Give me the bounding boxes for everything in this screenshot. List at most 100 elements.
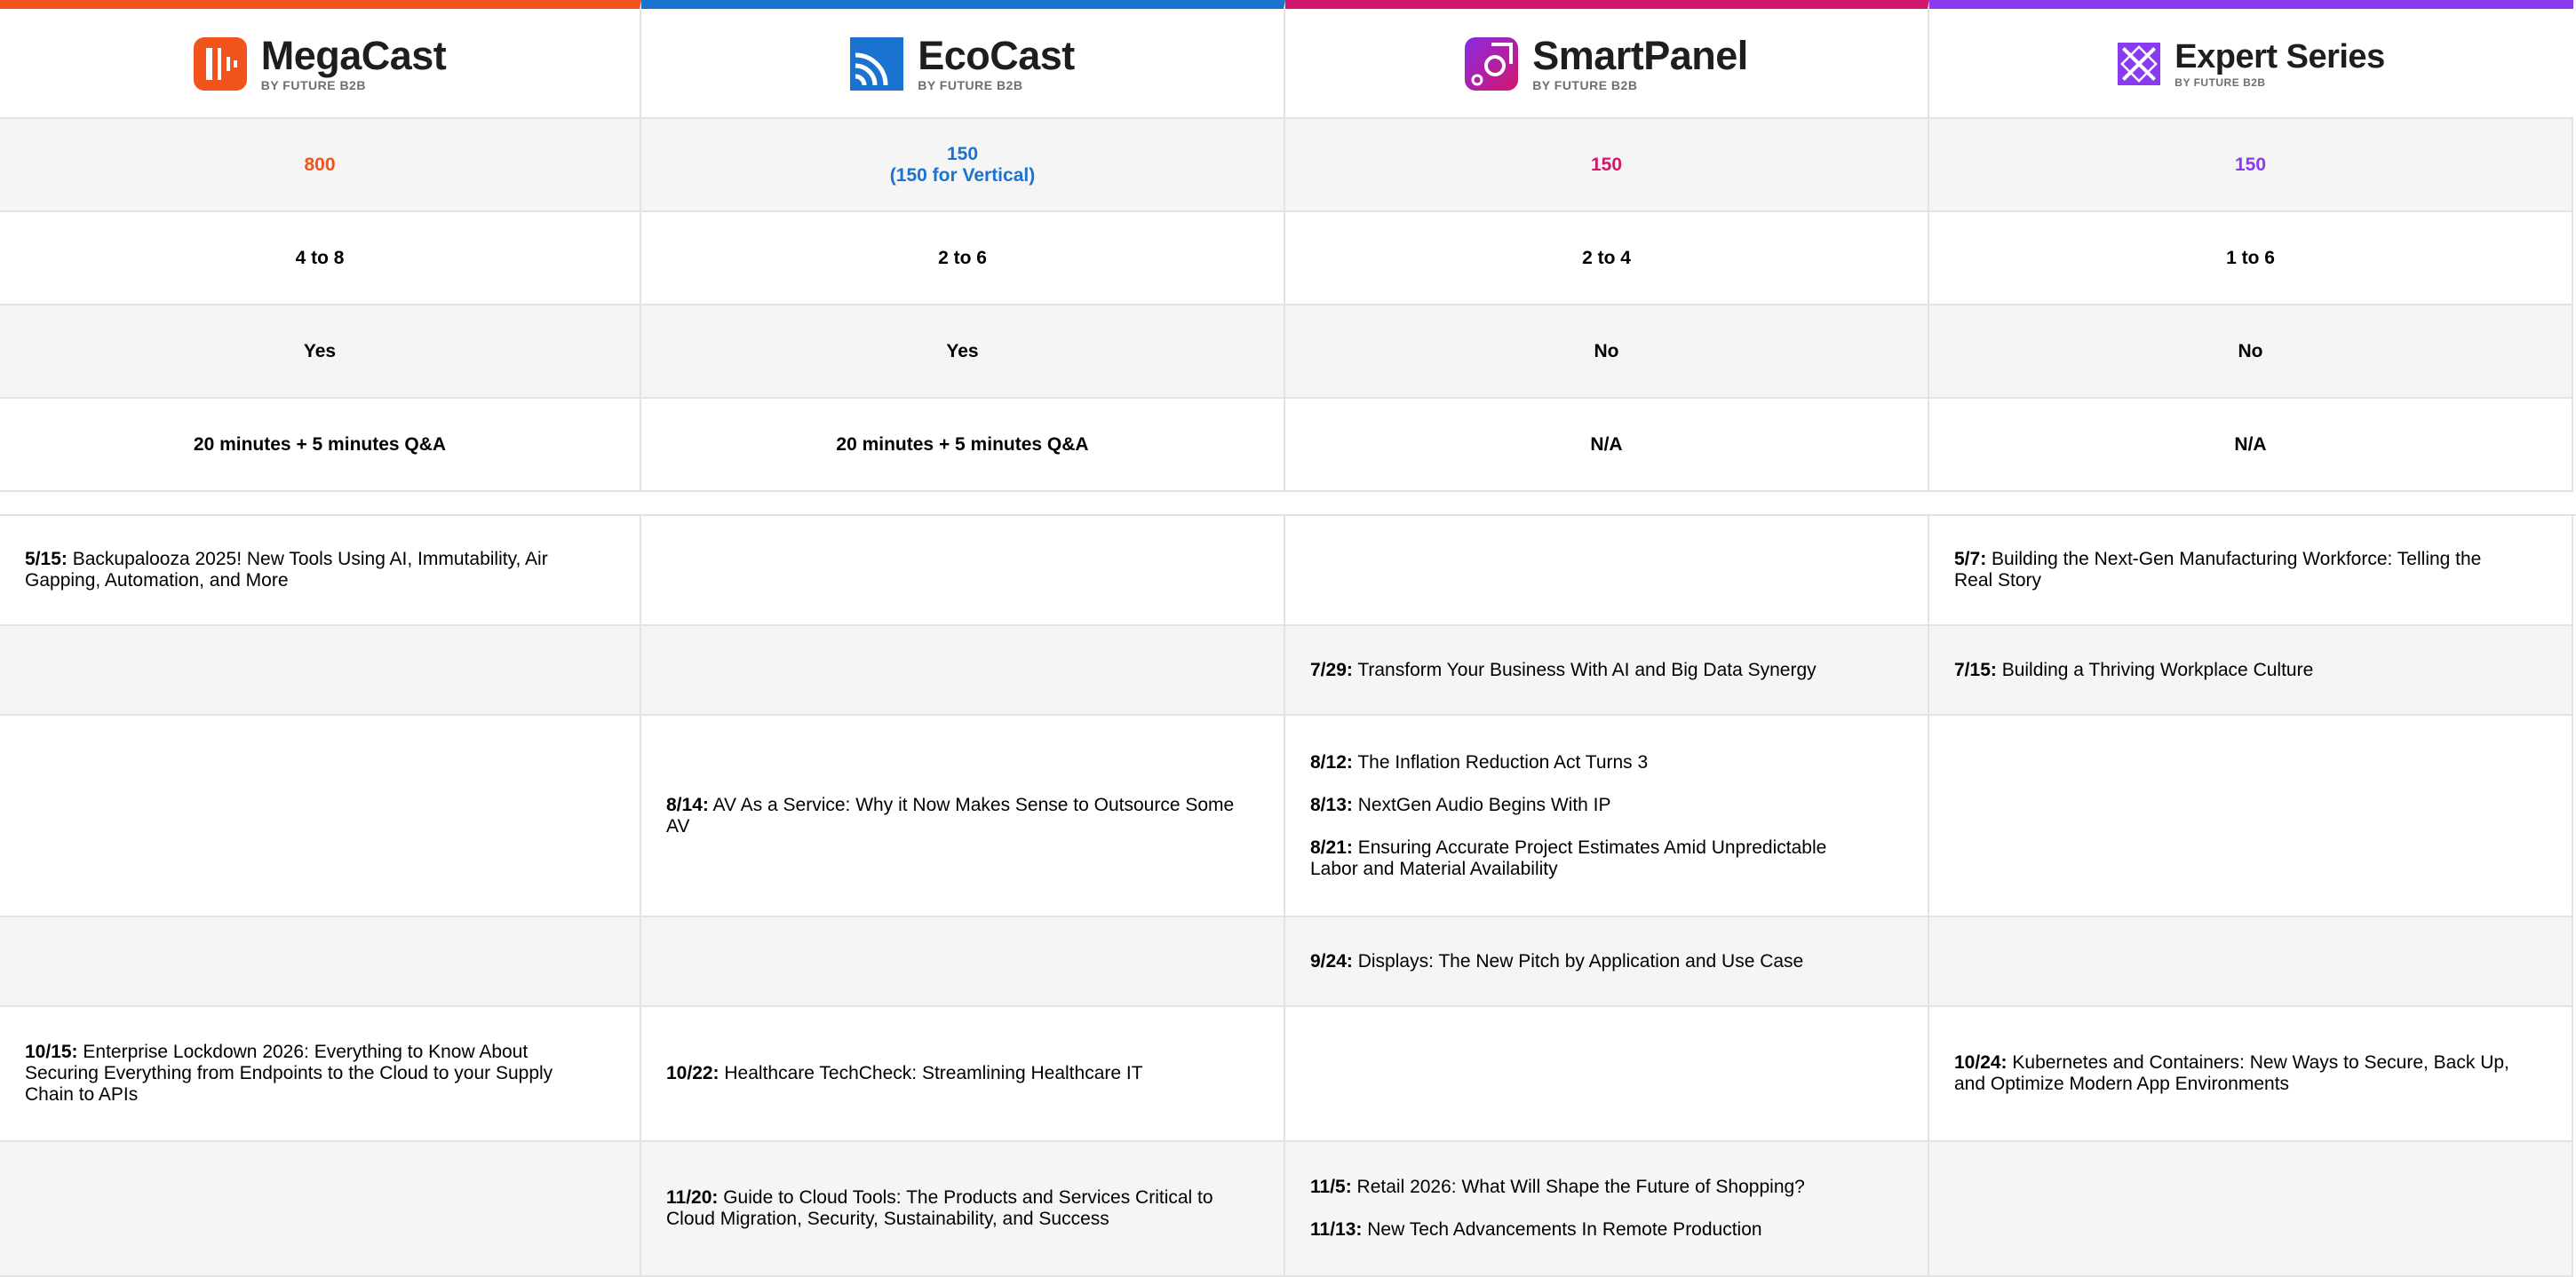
webinar-title: AV As a Service: Why it Now Makes Sense …: [666, 794, 1235, 837]
schedule-cell-expert: [1929, 1142, 2573, 1277]
webinar-title: Building a Thriving Workplace Culture: [1996, 659, 2314, 680]
webinar-date: 10/22:: [666, 1063, 720, 1083]
schedule-cell-ecocast: [641, 917, 1285, 1007]
webinar-item: 11/13: New Tech Advancements In Remote P…: [1310, 1219, 1879, 1241]
webinar-title: Enterprise Lockdown 2026: Everything to …: [25, 1042, 553, 1105]
presentation-ecocast: Yes: [641, 305, 1285, 399]
schedule-cell-ecocast: 10/22: Healthcare TechCheck: Streamlinin…: [641, 1007, 1285, 1142]
megacast-sub: BY FUTURE B2B: [260, 78, 366, 92]
schedule-cell-smartpanel: 7/29: Transform Your Business With AI an…: [1285, 626, 1929, 716]
leads-ecocast-value: 150: [946, 143, 979, 164]
smartpanel-sub: BY FUTURE B2B: [1532, 78, 1638, 92]
smartpanel-header: SmartPanel BY FUTURE B2B: [1285, 0, 1929, 119]
webinar-date: 10/24:: [1954, 1052, 2008, 1073]
leads-ecocast-vertical: (150 for Vertical): [889, 164, 1036, 186]
webinar-date: 8/14:: [666, 794, 709, 815]
webinar-title: Displays: The New Pitch by Application a…: [1352, 950, 1804, 972]
speakers-megacast: 4 to 8: [0, 212, 641, 305]
format-ecocast: 20 minutes + 5 minutes Q&A: [641, 399, 1285, 492]
schedule-cell-megacast: [0, 716, 641, 917]
webinar-item: 7/15: Building a Thriving Workplace Cult…: [1954, 660, 2523, 681]
webinar-date: 11/13:: [1310, 1219, 1363, 1240]
schedule-cell-expert: [1929, 716, 2573, 917]
webinar-date: 8/12:: [1310, 751, 1353, 773]
leads-ecocast: 150 (150 for Vertical): [641, 119, 1285, 212]
presentation-megacast: Yes: [0, 305, 641, 399]
schedule-cell-ecocast: [641, 626, 1285, 716]
webinar-item: 11/20: Guide to Cloud Tools: The Product…: [666, 1187, 1235, 1230]
webinar-item: 8/12: The Inflation Reduction Act Turns …: [1310, 752, 1879, 773]
leads-megacast: 800: [0, 119, 641, 212]
webinar-title: Building the Next-Gen Manufacturing Work…: [1954, 549, 2482, 591]
webinar-item: 7/29: Transform Your Business With AI an…: [1310, 660, 1879, 681]
schedule-cell-ecocast: 11/20: Guide to Cloud Tools: The Product…: [641, 1142, 1285, 1277]
expert-series-sub: BY FUTURE B2B: [2174, 76, 2266, 89]
webinar-date: 11/5:: [1310, 1177, 1352, 1197]
speakers-ecocast: 2 to 6: [641, 212, 1285, 305]
webinar-item: 5/15: Backupalooza 2025! New Tools Using…: [25, 549, 593, 591]
leads-expert: 150: [1929, 119, 2573, 212]
schedule-table: 5/15: Backupalooza 2025! New Tools Using…: [0, 514, 2576, 1277]
megacast-header: MegaCast BY FUTURE B2B: [0, 0, 641, 119]
schedule-cell-expert: 7/15: Building a Thriving Workplace Cult…: [1929, 626, 2573, 716]
webinar-title: Healthcare TechCheck: Streamlining Healt…: [719, 1063, 1143, 1083]
webinar-item: 8/14: AV As a Service: Why it Now Makes …: [666, 795, 1235, 837]
megacast-name: MegaCast: [260, 33, 447, 78]
stats-table: 800 150 (150 for Vertical) 150 150 4 to …: [0, 119, 2576, 492]
webinar-item: 8/21: Ensuring Accurate Project Estimate…: [1310, 837, 1879, 880]
expert-series-logo-icon: [2118, 43, 2161, 85]
schedule-cell-expert: 5/7: Building the Next-Gen Manufacturing…: [1929, 516, 2573, 626]
schedule-cell-smartpanel: 9/24: Displays: The New Pitch by Applica…: [1285, 917, 1929, 1007]
webinar-date: 5/15:: [25, 549, 68, 569]
schedule-cell-ecocast: [641, 516, 1285, 626]
webinar-date: 8/13:: [1310, 794, 1353, 815]
smartpanel-name: SmartPanel: [1532, 33, 1748, 78]
webinar-title: New Tech Advancements In Remote Producti…: [1362, 1219, 1762, 1240]
schedule-cell-megacast: [0, 626, 641, 716]
schedule-cell-expert: [1929, 917, 2573, 1007]
schedule-cell-megacast: [0, 1142, 641, 1277]
webinar-title: Transform Your Business With AI and Big …: [1352, 659, 1817, 680]
webinar-item: 5/7: Building the Next-Gen Manufacturing…: [1954, 549, 2523, 591]
schedule-cell-megacast: 10/15: Enterprise Lockdown 2026: Everyth…: [0, 1007, 641, 1142]
speakers-smartpanel: 2 to 4: [1285, 212, 1929, 305]
expert-series-name: Expert Series: [2174, 38, 2385, 75]
schedule-cell-ecocast: 8/14: AV As a Service: Why it Now Makes …: [641, 716, 1285, 917]
webinar-item: 8/13: NextGen Audio Begins With IP: [1310, 795, 1879, 816]
webinar-date: 8/21:: [1310, 837, 1353, 858]
brand-header-row: MegaCast BY FUTURE B2B EcoCast BY FUTURE…: [0, 0, 2576, 119]
format-expert: N/A: [1929, 399, 2573, 492]
ecocast-sub: BY FUTURE B2B: [918, 78, 1023, 92]
smartpanel-logo-icon: [1465, 37, 1519, 91]
webinar-title: Kubernetes and Containers: New Ways to S…: [1954, 1052, 2509, 1094]
webinar-date: 7/15:: [1954, 659, 1997, 680]
ecocast-header: EcoCast BY FUTURE B2B: [641, 0, 1285, 119]
format-megacast: 20 minutes + 5 minutes Q&A: [0, 399, 641, 492]
schedule-cell-megacast: [0, 917, 641, 1007]
schedule-cell-smartpanel: 8/12: The Inflation Reduction Act Turns …: [1285, 716, 1929, 917]
webinar-item: 11/5: Retail 2026: What Will Shape the F…: [1310, 1177, 1879, 1198]
webinar-date: 5/7:: [1954, 549, 1987, 569]
webinar-title: Retail 2026: What Will Shape the Future …: [1351, 1177, 1805, 1197]
webinar-item: 10/24: Kubernetes and Containers: New Wa…: [1954, 1052, 2523, 1095]
webinar-title: NextGen Audio Begins With IP: [1352, 794, 1611, 815]
ecocast-logo-icon: [850, 37, 904, 91]
megacast-logo-icon: [193, 37, 247, 91]
schedule-cell-megacast: 5/15: Backupalooza 2025! New Tools Using…: [0, 516, 641, 626]
schedule-cell-smartpanel: 11/5: Retail 2026: What Will Shape the F…: [1285, 1142, 1929, 1277]
schedule-cell-expert: 10/24: Kubernetes and Containers: New Wa…: [1929, 1007, 2573, 1142]
webinar-date: 10/15:: [25, 1042, 78, 1062]
presentation-smartpanel: No: [1285, 305, 1929, 399]
ecocast-name: EcoCast: [918, 33, 1075, 78]
format-smartpanel: N/A: [1285, 399, 1929, 492]
webinar-item: 10/22: Healthcare TechCheck: Streamlinin…: [666, 1063, 1235, 1084]
webinar-date: 11/20:: [666, 1187, 719, 1208]
schedule-cell-smartpanel: [1285, 516, 1929, 626]
webinar-title: Ensuring Accurate Project Estimates Amid…: [1310, 837, 1827, 879]
webinar-title: Backupalooza 2025! New Tools Using AI, I…: [25, 549, 548, 591]
presentation-expert: No: [1929, 305, 2573, 399]
webinar-title: The Inflation Reduction Act Turns 3: [1352, 751, 1649, 773]
webinar-date: 7/29:: [1310, 659, 1353, 680]
speakers-expert: 1 to 6: [1929, 212, 2573, 305]
webinar-item: 9/24: Displays: The New Pitch by Applica…: [1310, 951, 1879, 972]
